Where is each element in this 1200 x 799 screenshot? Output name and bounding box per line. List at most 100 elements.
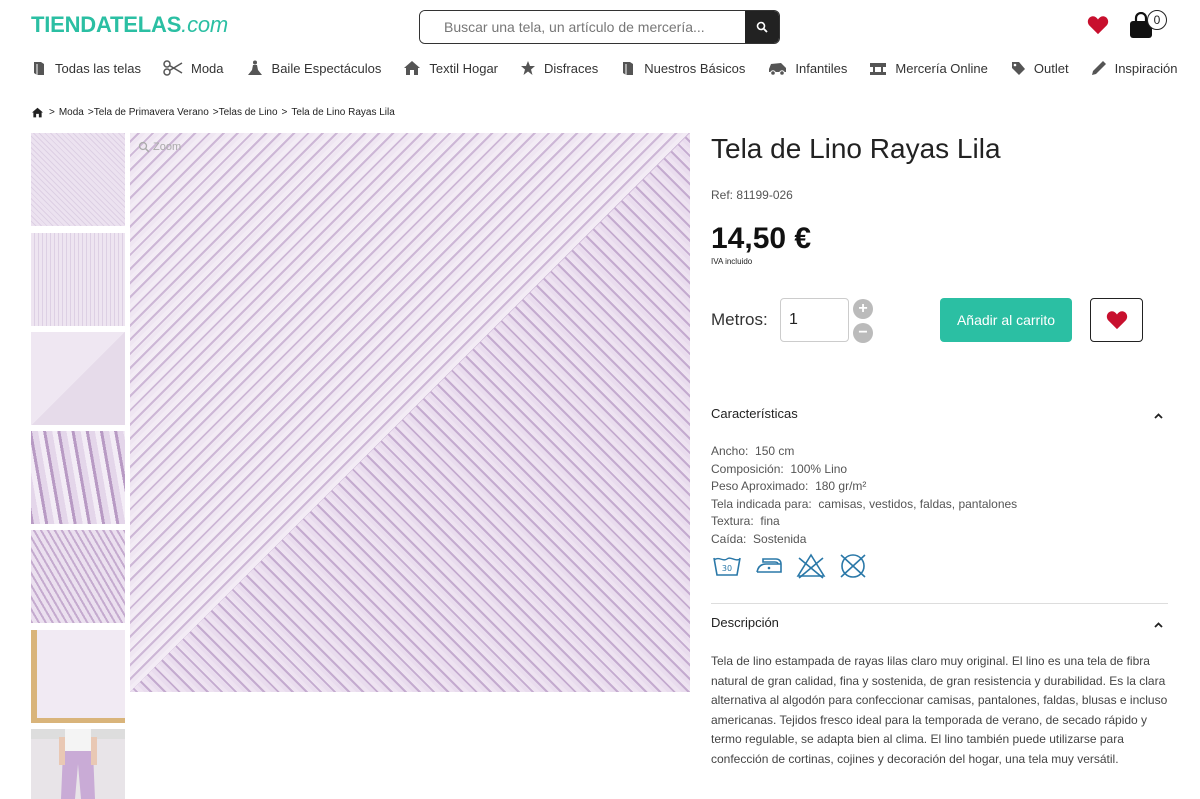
spec-label: Tela indicada para: xyxy=(711,496,812,511)
add-to-cart-button[interactable]: Añadir al carrito xyxy=(940,298,1072,342)
characteristics-heading[interactable]: Características xyxy=(711,406,798,421)
spec-row: Composición: 100% Lino xyxy=(711,461,1017,479)
nav-label: Textil Hogar xyxy=(429,60,499,76)
logo-suffix: .com xyxy=(181,12,229,37)
zoom-label: Zoom xyxy=(153,141,182,153)
care-instructions: 30 xyxy=(711,550,879,580)
nav-label: Moda xyxy=(191,60,224,76)
description-heading[interactable]: Descripción xyxy=(711,615,779,630)
nav-label: Infantiles xyxy=(795,60,848,76)
product-thumbnail[interactable] xyxy=(31,332,125,425)
spec-row: Tela indicada para: camisas, vestidos, f… xyxy=(711,496,1017,514)
plus-icon: + xyxy=(858,300,868,317)
search-input[interactable] xyxy=(420,11,745,43)
product-thumbnail[interactable] xyxy=(31,729,125,799)
spec-label: Textura: xyxy=(711,514,754,528)
wash-temperature: 30 xyxy=(722,564,732,573)
spec-value: 180 gr/m² xyxy=(815,479,867,493)
nav-label: Nuestros Básicos xyxy=(644,60,746,76)
no-bleach-icon xyxy=(796,553,826,579)
spec-label: Peso Aproximado: xyxy=(711,479,809,493)
iva-note: IVA incluido xyxy=(711,257,753,266)
spec-row: Ancho: 150 cm xyxy=(711,443,1017,461)
description-text: Tela de lino estampada de rayas lilas cl… xyxy=(711,654,1168,766)
decrease-quantity-button[interactable]: − xyxy=(853,323,873,343)
nav-item-infantiles[interactable]: Infantiles xyxy=(767,60,847,76)
sewing-machine-icon xyxy=(870,63,887,75)
iron-low-icon xyxy=(756,558,782,573)
wishlist-link[interactable] xyxy=(1087,15,1109,40)
section-divider xyxy=(711,603,1168,604)
home-icon[interactable] xyxy=(31,107,44,118)
product-price: 14,50 € xyxy=(711,222,812,255)
spec-label: Ancho: xyxy=(711,444,749,458)
toy-car-icon xyxy=(769,63,787,76)
quantity-input[interactable] xyxy=(780,298,849,342)
magnifier-icon xyxy=(138,141,150,153)
site-logo[interactable]: TIENDATELAS.com xyxy=(31,12,228,38)
model-photo xyxy=(59,729,97,799)
product-thumbnail[interactable] xyxy=(31,630,125,723)
spec-value: camisas, vestidos, faldas, pantalones xyxy=(818,496,1018,511)
fabric-roll-icon xyxy=(34,62,44,75)
quantity-label: Metros: xyxy=(711,310,768,329)
nav-item-inspiracion[interactable]: Inspiración xyxy=(1091,60,1177,76)
spec-label: Composición: xyxy=(711,461,784,476)
cart-count-badge: 0 xyxy=(1147,10,1167,30)
search-bar xyxy=(419,10,780,44)
dancer-icon xyxy=(247,60,262,75)
breadcrumb: > Moda >Tela de Primavera Verano >Telas … xyxy=(31,107,399,118)
nav-label: Todas las telas xyxy=(55,60,141,76)
chevron-up-icon[interactable] xyxy=(1154,411,1163,422)
spec-row: Caída: Sostenida xyxy=(711,531,1017,549)
product-thumbnail[interactable] xyxy=(31,233,125,326)
logo-main: TIENDATELAS xyxy=(31,12,182,37)
star-icon xyxy=(521,61,536,75)
heart-icon xyxy=(1106,311,1127,330)
heart-icon xyxy=(1087,16,1109,35)
search-button[interactable] xyxy=(745,11,779,43)
nav-item-todas-las-telas[interactable]: Todas las telas xyxy=(31,60,141,76)
product-ref: Ref: 81199-026 xyxy=(711,188,793,202)
product-thumbnail[interactable] xyxy=(31,431,125,524)
product-thumbnail[interactable] xyxy=(31,133,125,226)
no-tumble-dry-icon xyxy=(840,554,866,578)
spec-value: Sostenida xyxy=(753,531,807,546)
product-main-image[interactable]: Zoom xyxy=(130,133,690,692)
zoom-control[interactable]: Zoom xyxy=(138,141,181,153)
search-icon xyxy=(756,21,768,33)
nav-item-nuestros-basicos[interactable]: Nuestros Básicos xyxy=(620,60,745,76)
breadcrumb-item[interactable]: Moda xyxy=(59,107,84,118)
add-to-wishlist-button[interactable] xyxy=(1090,298,1143,342)
breadcrumb-item[interactable]: >Telas de Lino xyxy=(213,107,278,118)
nav-label: Mercería Online xyxy=(895,60,988,76)
minus-icon: − xyxy=(858,324,868,341)
breadcrumb-separator: > xyxy=(49,107,55,118)
spec-label: Caída: xyxy=(711,531,747,546)
tag-icon xyxy=(1011,62,1025,75)
nav-item-moda[interactable]: Moda xyxy=(163,60,224,76)
nav-label: Baile Espectáculos xyxy=(271,60,382,76)
main-nav: Todas las telas Moda Baile Espectáculos … xyxy=(31,58,1199,78)
product-title: Tela de Lino Rayas Lila xyxy=(711,133,1001,164)
nav-item-disfraces[interactable]: Disfraces xyxy=(520,60,598,76)
breadcrumb-item[interactable]: >Tela de Primavera Verano xyxy=(88,107,209,118)
chevron-up-icon[interactable] xyxy=(1154,620,1163,631)
product-thumbnail[interactable] xyxy=(31,530,125,623)
characteristics-list: Ancho: 150 cm Composición: 100% Lino Pes… xyxy=(711,443,1017,548)
pencil-icon xyxy=(1091,61,1106,75)
nav-item-outlet[interactable]: Outlet xyxy=(1010,60,1069,76)
nav-item-textil-hogar[interactable]: Textil Hogar xyxy=(403,60,498,76)
spec-row: Peso Aproximado: 180 gr/m² xyxy=(711,478,1017,496)
scissors-icon xyxy=(163,60,183,76)
spec-value: 100% Lino xyxy=(790,461,848,476)
fabric-fold xyxy=(130,133,690,692)
spec-row: Textura: fina xyxy=(711,513,1017,531)
nav-item-baile-espectaculos[interactable]: Baile Espectáculos xyxy=(246,60,382,76)
fabric-roll-icon xyxy=(623,62,634,75)
nav-label: Outlet xyxy=(1033,60,1069,76)
increase-quantity-button[interactable]: + xyxy=(853,299,873,319)
nav-item-merceria-online[interactable]: Mercería Online xyxy=(869,60,988,76)
nav-label: Disfraces xyxy=(544,60,599,76)
breadcrumb-item-current: Tela de Lino Rayas Lila xyxy=(291,107,395,118)
